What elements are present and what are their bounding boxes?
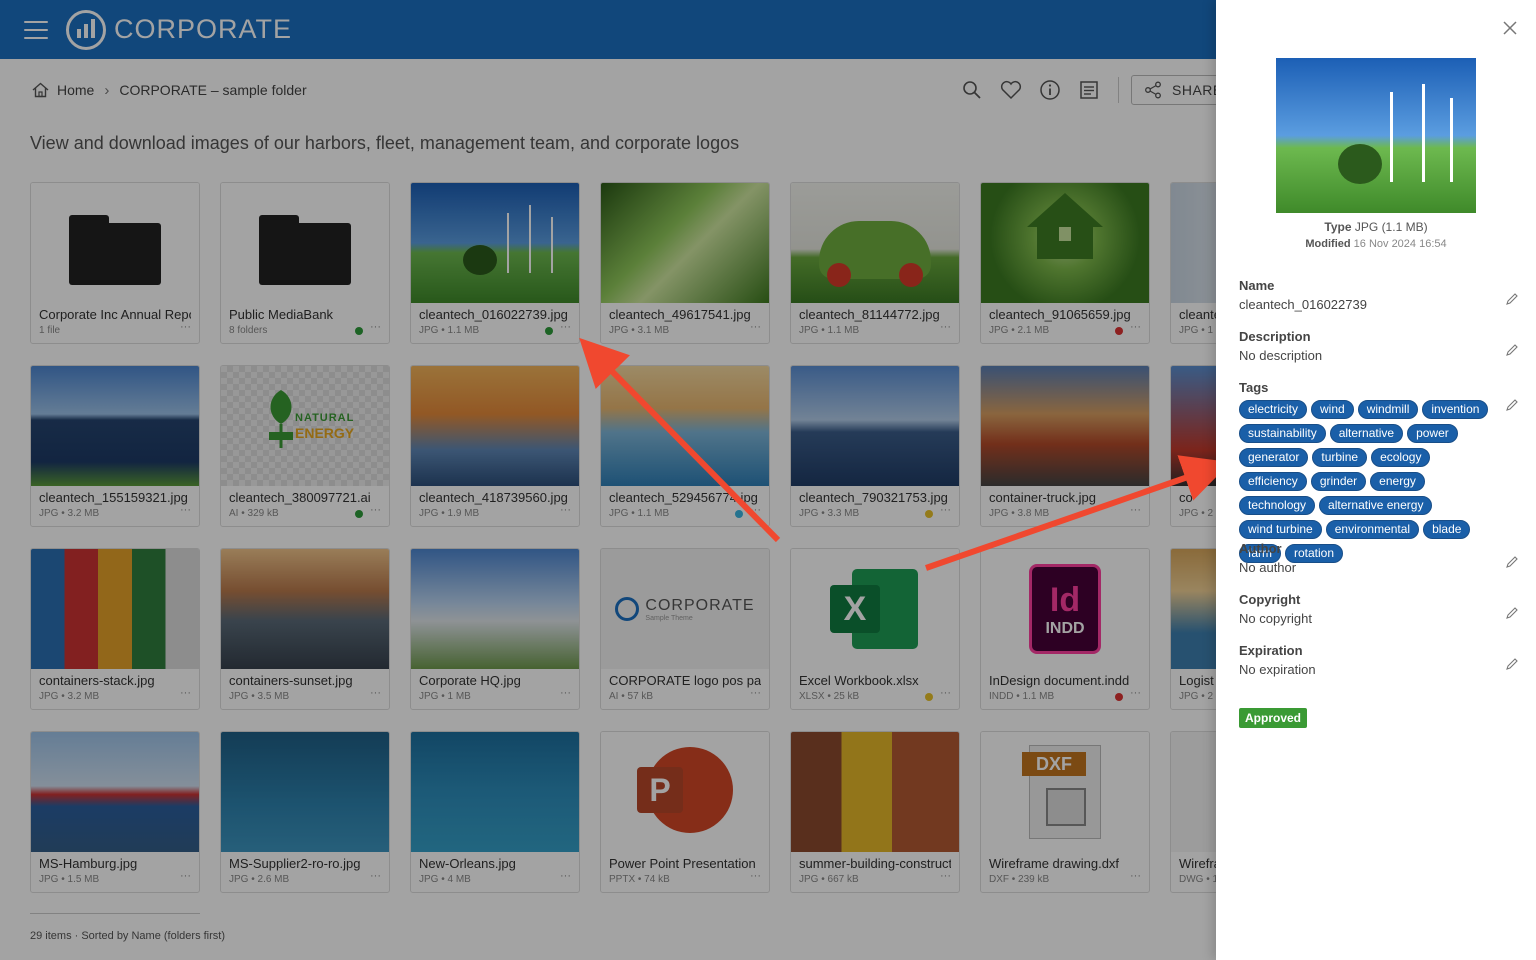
name-label: Name (1239, 278, 1275, 293)
close-icon[interactable] (1502, 20, 1518, 36)
edit-copyright-icon[interactable] (1505, 606, 1519, 620)
file-type: Type JPG (1.1 MB) (1324, 220, 1428, 234)
edit-author-icon[interactable] (1505, 555, 1519, 569)
arrow-to-tags (925, 455, 1231, 571)
modified-date: Modified 16 Nov 2024 16:54 (1305, 238, 1447, 250)
expiration-label: Expiration (1239, 643, 1303, 658)
name-value: cleantech_016022739 (1239, 297, 1367, 312)
tag-chip[interactable]: windmill (1357, 400, 1419, 419)
expiration-field: Expiration No expiration (1239, 643, 1519, 677)
tag-chip[interactable]: blade (1423, 520, 1471, 539)
tag-chip[interactable]: wind (1311, 400, 1354, 419)
description-field: Description No description (1239, 329, 1519, 363)
tags-label: Tags (1239, 380, 1269, 395)
author-field: Author No author (1239, 541, 1519, 575)
tag-chip[interactable]: wind turbine (1239, 520, 1322, 539)
copyright-value: No copyright (1239, 611, 1312, 626)
tag-chip[interactable]: power (1407, 424, 1458, 443)
author-label: Author (1239, 541, 1282, 556)
author-value: No author (1239, 560, 1297, 575)
approved-badge[interactable]: Approved (1239, 708, 1308, 728)
tag-chip[interactable]: technology (1239, 496, 1316, 515)
edit-expiration-icon[interactable] (1505, 657, 1519, 671)
tags-field: Tags electricity wind windmill invention sus… (1239, 380, 1519, 563)
name-field: Name cleantech_016022739 (1239, 278, 1519, 312)
tag-chip[interactable]: alternative (1329, 424, 1404, 443)
expiration-value: No expiration (1239, 662, 1316, 677)
arrow-to-card (579, 337, 781, 543)
description-value: No description (1239, 348, 1323, 363)
edit-name-icon[interactable] (1505, 292, 1519, 306)
tag-list: electricity wind windmill invention sustaina… (1239, 400, 1501, 563)
copyright-field: Copyright No copyright (1239, 592, 1519, 626)
tag-chip[interactable]: ecology (1371, 448, 1431, 467)
tag-chip[interactable]: alternative energy (1319, 496, 1433, 515)
tag-chip[interactable]: invention (1422, 400, 1489, 419)
preview-image[interactable] (1276, 58, 1476, 213)
details-panel: Type JPG (1.1 MB) Modified 16 Nov 2024 1… (1216, 0, 1536, 960)
description-label: Description (1239, 329, 1311, 344)
tag-chip[interactable]: environmental (1325, 520, 1420, 539)
tag-chip[interactable]: electricity (1239, 400, 1308, 419)
tag-chip[interactable]: generator (1239, 448, 1309, 467)
tag-chip[interactable]: energy (1370, 472, 1425, 491)
tag-chip[interactable]: sustainability (1239, 424, 1326, 443)
tag-chip[interactable]: turbine (1312, 448, 1368, 467)
copyright-label: Copyright (1239, 592, 1301, 607)
tag-chip[interactable]: grinder (1310, 472, 1367, 491)
edit-description-icon[interactable] (1505, 343, 1519, 357)
edit-tags-icon[interactable] (1505, 398, 1519, 412)
tag-chip[interactable]: efficiency (1239, 472, 1307, 491)
